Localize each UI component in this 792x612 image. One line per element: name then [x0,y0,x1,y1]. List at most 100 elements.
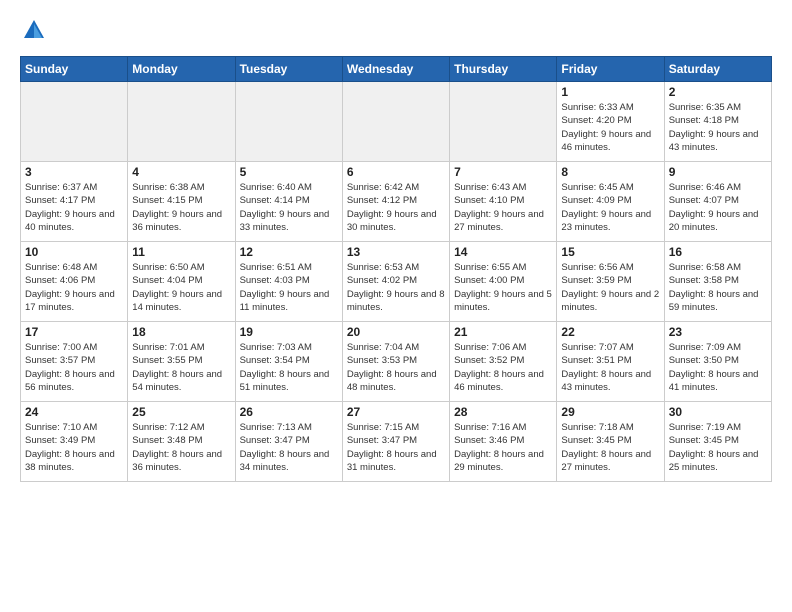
day-info: Sunrise: 7:09 AM Sunset: 3:50 PM Dayligh… [669,341,767,394]
day-number: 20 [347,325,445,339]
weekday-header-thursday: Thursday [450,57,557,82]
calendar-cell [21,82,128,162]
calendar-cell: 20 Sunrise: 7:04 AM Sunset: 3:53 PM Dayli… [342,322,449,402]
calendar-cell: 24 Sunrise: 7:10 AM Sunset: 3:49 PM Dayli… [21,402,128,482]
day-number: 1 [561,85,659,99]
day-info: Sunrise: 7:16 AM Sunset: 3:46 PM Dayligh… [454,421,552,474]
calendar-cell: 9 Sunrise: 6:46 AM Sunset: 4:07 PM Daylig… [664,162,771,242]
calendar-cell: 27 Sunrise: 7:15 AM Sunset: 3:47 PM Dayli… [342,402,449,482]
calendar-cell: 14 Sunrise: 6:55 AM Sunset: 4:00 PM Dayli… [450,242,557,322]
calendar-cell: 13 Sunrise: 6:53 AM Sunset: 4:02 PM Dayli… [342,242,449,322]
day-info: Sunrise: 6:38 AM Sunset: 4:15 PM Dayligh… [132,181,230,234]
calendar-cell: 22Sunrise: 7:07 AM Sunset: 3:51 PM Dayli… [557,322,664,402]
calendar-cell: 10 Sunrise: 6:48 AM Sunset: 4:06 PM Dayli… [21,242,128,322]
day-info: Sunrise: 7:00 AM Sunset: 3:57 PM Dayligh… [25,341,123,394]
page: SundayMondayTuesdayWednesdayThursdayFrid… [0,0,792,612]
calendar-cell: 15Sunrise: 6:56 AM Sunset: 3:59 PM Dayli… [557,242,664,322]
calendar-cell [450,82,557,162]
day-number: 7 [454,165,552,179]
calendar-cell: 5 Sunrise: 6:40 AM Sunset: 4:14 PM Daylig… [235,162,342,242]
day-info: Sunrise: 6:50 AM Sunset: 4:04 PM Dayligh… [132,261,230,314]
calendar-cell: 2 Sunrise: 6:35 AM Sunset: 4:18 PM Daylig… [664,82,771,162]
calendar-cell: 30Sunrise: 7:19 AM Sunset: 3:45 PM Dayli… [664,402,771,482]
calendar-cell: 26 Sunrise: 7:13 AM Sunset: 3:47 PM Dayli… [235,402,342,482]
day-number: 27 [347,405,445,419]
day-number: 21 [454,325,552,339]
calendar-cell: 7 Sunrise: 6:43 AM Sunset: 4:10 PM Daylig… [450,162,557,242]
day-info: Sunrise: 6:45 AM Sunset: 4:09 PM Dayligh… [561,181,659,234]
calendar-cell: 8 Sunrise: 6:45 AM Sunset: 4:09 PM Daylig… [557,162,664,242]
calendar-week-4: 24 Sunrise: 7:10 AM Sunset: 3:49 PM Dayli… [21,402,772,482]
day-number: 19 [240,325,338,339]
calendar-cell: 29 Sunrise: 7:18 AM Sunset: 3:45 PM Dayli… [557,402,664,482]
calendar-header-row: SundayMondayTuesdayWednesdayThursdayFrid… [21,57,772,82]
day-info: Sunrise: 7:04 AM Sunset: 3:53 PM Dayligh… [347,341,445,394]
weekday-header-sunday: Sunday [21,57,128,82]
calendar-cell: 19 Sunrise: 7:03 AM Sunset: 3:54 PM Dayli… [235,322,342,402]
day-number: 12 [240,245,338,259]
day-info: Sunrise: 7:19 AM Sunset: 3:45 PM Dayligh… [669,421,767,474]
calendar-cell: 12 Sunrise: 6:51 AM Sunset: 4:03 PM Dayli… [235,242,342,322]
day-number: 2 [669,85,767,99]
day-number: 23 [669,325,767,339]
calendar-cell: 1 Sunrise: 6:33 AM Sunset: 4:20 PM Daylig… [557,82,664,162]
day-info: Sunrise: 7:10 AM Sunset: 3:49 PM Dayligh… [25,421,123,474]
day-number: 22 [561,325,659,339]
day-info: Sunrise: 6:46 AM Sunset: 4:07 PM Dayligh… [669,181,767,234]
day-info: Sunrise: 7:18 AM Sunset: 3:45 PM Dayligh… [561,421,659,474]
day-info: Sunrise: 6:58 AM Sunset: 3:58 PM Dayligh… [669,261,767,314]
weekday-header-saturday: Saturday [664,57,771,82]
day-number: 5 [240,165,338,179]
calendar-week-3: 17 Sunrise: 7:00 AM Sunset: 3:57 PM Dayli… [21,322,772,402]
day-number: 11 [132,245,230,259]
day-info: Sunrise: 6:53 AM Sunset: 4:02 PM Dayligh… [347,261,445,314]
day-info: Sunrise: 6:35 AM Sunset: 4:18 PM Dayligh… [669,101,767,154]
weekday-header-monday: Monday [128,57,235,82]
calendar-cell: 21Sunrise: 7:06 AM Sunset: 3:52 PM Dayli… [450,322,557,402]
day-info: Sunrise: 6:37 AM Sunset: 4:17 PM Dayligh… [25,181,123,234]
day-number: 9 [669,165,767,179]
calendar-week-1: 3 Sunrise: 6:37 AM Sunset: 4:17 PM Daylig… [21,162,772,242]
day-number: 4 [132,165,230,179]
day-info: Sunrise: 7:12 AM Sunset: 3:48 PM Dayligh… [132,421,230,474]
calendar-cell [235,82,342,162]
day-info: Sunrise: 6:43 AM Sunset: 4:10 PM Dayligh… [454,181,552,234]
day-number: 13 [347,245,445,259]
calendar-week-0: 1 Sunrise: 6:33 AM Sunset: 4:20 PM Daylig… [21,82,772,162]
day-number: 15 [561,245,659,259]
day-info: Sunrise: 7:01 AM Sunset: 3:55 PM Dayligh… [132,341,230,394]
calendar-week-2: 10 Sunrise: 6:48 AM Sunset: 4:06 PM Dayli… [21,242,772,322]
weekday-header-friday: Friday [557,57,664,82]
calendar-cell: 6 Sunrise: 6:42 AM Sunset: 4:12 PM Daylig… [342,162,449,242]
day-info: Sunrise: 6:51 AM Sunset: 4:03 PM Dayligh… [240,261,338,314]
calendar-cell: 23 Sunrise: 7:09 AM Sunset: 3:50 PM Dayli… [664,322,771,402]
day-number: 6 [347,165,445,179]
calendar-cell: 18 Sunrise: 7:01 AM Sunset: 3:55 PM Dayli… [128,322,235,402]
calendar-cell: 25 Sunrise: 7:12 AM Sunset: 3:48 PM Dayli… [128,402,235,482]
calendar-cell: 17 Sunrise: 7:00 AM Sunset: 3:57 PM Dayli… [21,322,128,402]
day-number: 25 [132,405,230,419]
day-number: 24 [25,405,123,419]
logo [20,16,52,44]
day-number: 8 [561,165,659,179]
day-info: Sunrise: 6:40 AM Sunset: 4:14 PM Dayligh… [240,181,338,234]
day-info: Sunrise: 6:55 AM Sunset: 4:00 PM Dayligh… [454,261,552,314]
day-info: Sunrise: 6:42 AM Sunset: 4:12 PM Dayligh… [347,181,445,234]
day-info: Sunrise: 6:48 AM Sunset: 4:06 PM Dayligh… [25,261,123,314]
day-info: Sunrise: 7:15 AM Sunset: 3:47 PM Dayligh… [347,421,445,474]
calendar-cell [342,82,449,162]
day-number: 3 [25,165,123,179]
calendar-cell: 11 Sunrise: 6:50 AM Sunset: 4:04 PM Dayli… [128,242,235,322]
calendar-cell: 4 Sunrise: 6:38 AM Sunset: 4:15 PM Daylig… [128,162,235,242]
day-number: 26 [240,405,338,419]
day-number: 14 [454,245,552,259]
calendar-cell: 16Sunrise: 6:58 AM Sunset: 3:58 PM Dayli… [664,242,771,322]
day-info: Sunrise: 6:33 AM Sunset: 4:20 PM Dayligh… [561,101,659,154]
day-info: Sunrise: 7:03 AM Sunset: 3:54 PM Dayligh… [240,341,338,394]
day-number: 10 [25,245,123,259]
day-number: 17 [25,325,123,339]
day-info: Sunrise: 7:13 AM Sunset: 3:47 PM Dayligh… [240,421,338,474]
day-number: 18 [132,325,230,339]
header [20,16,772,44]
day-number: 29 [561,405,659,419]
